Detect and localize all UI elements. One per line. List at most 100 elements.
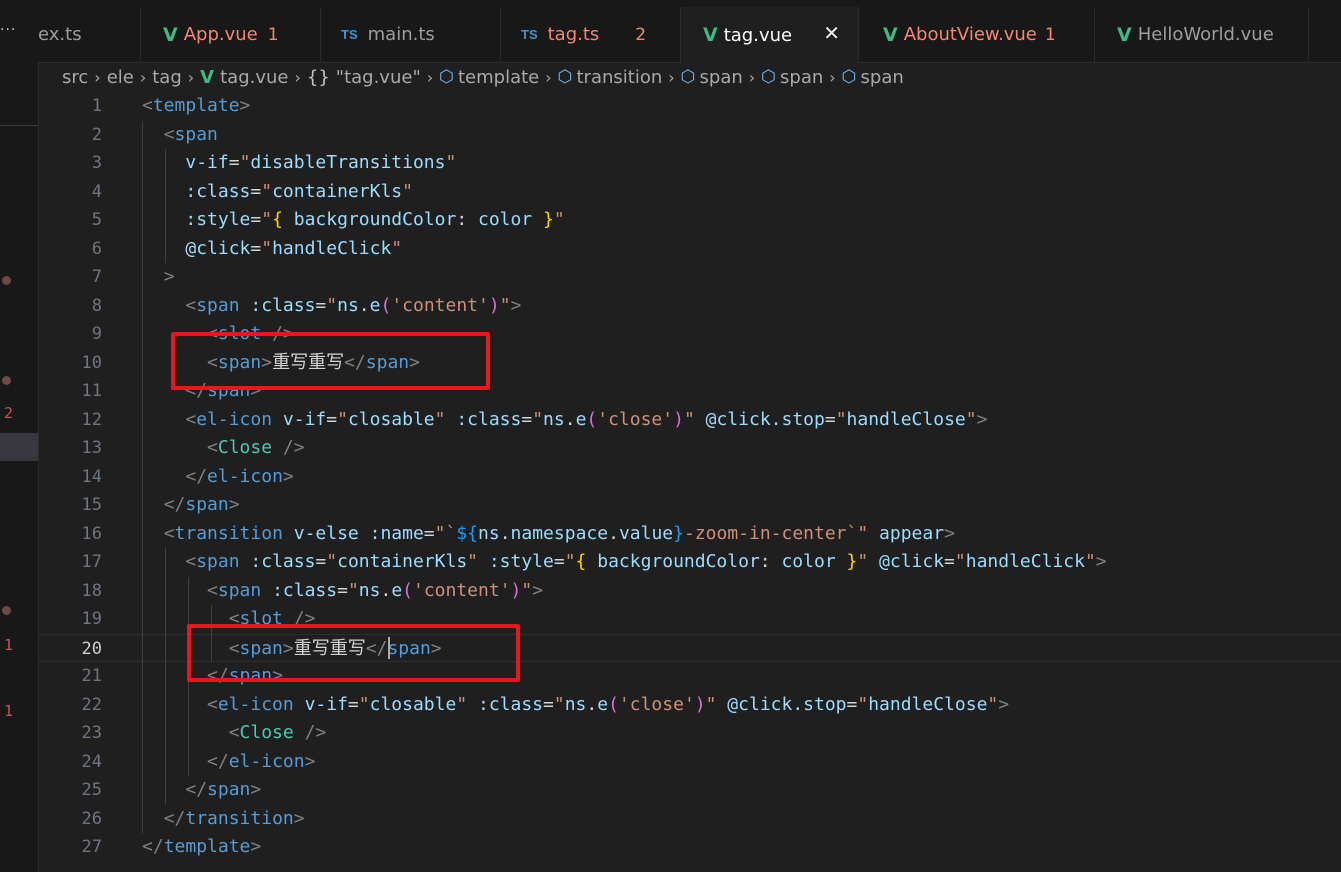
code-token: :class <box>467 693 544 715</box>
close-tab-icon[interactable]: ✕ <box>823 21 840 45</box>
explorer-selected-item[interactable] <box>0 433 38 461</box>
code-token: namespace <box>510 522 609 544</box>
breadcrumb-item-template[interactable]: ⬡ template <box>439 67 539 88</box>
tab-label: AboutView.vue <box>903 24 1037 45</box>
code-text: <span :class="ns.e('content')"> <box>142 292 521 321</box>
line-number: 11 <box>81 381 102 401</box>
code-token: " <box>326 551 338 572</box>
code-token: " <box>391 237 403 259</box>
breadcrumb: src › ele › tag › Vtag.vue › {} "tag.vue"… <box>62 63 904 91</box>
code-line[interactable]: 16 <transition v-else :name="`${ns.names… <box>38 520 1341 549</box>
line-number: 24 <box>81 751 102 772</box>
more-actions-icon[interactable]: ··· <box>0 22 16 38</box>
code-line[interactable]: 23 <Close /> <box>38 719 1341 748</box>
code-text: :class="containerKls" <box>142 178 413 207</box>
breadcrumb-item-span[interactable]: ⬡ span <box>761 67 823 88</box>
error-count-badge: 2 <box>635 24 647 45</box>
tab-tag-ts[interactable]: TS tag.ts 2 <box>501 7 681 62</box>
code-line[interactable]: 25 </span> <box>38 776 1341 805</box>
code-line[interactable]: 12 <el-icon v-if="closable" :class="ns.e… <box>38 406 1341 435</box>
code-token: = <box>521 408 533 430</box>
code-token: </ <box>185 779 208 800</box>
line-number: 15 <box>81 495 102 515</box>
code-line[interactable]: 13 <Close /> <box>38 434 1341 463</box>
code-token: 'close' <box>597 408 674 430</box>
code-token: . <box>358 294 370 316</box>
code-line[interactable]: 8 <span :class="ns.e('content')"> <box>38 292 1341 321</box>
code-token: " <box>261 209 273 230</box>
code-token: Close <box>239 722 294 743</box>
code-line[interactable]: 17 <span :class="containerKls" :style="{… <box>38 548 1341 577</box>
breadcrumb-item-span[interactable]: ⬡ span <box>842 67 904 88</box>
code-token: . <box>380 579 392 601</box>
code-line[interactable]: 1 <template> <box>38 92 1341 121</box>
line-number: 10 <box>81 352 102 373</box>
code-line[interactable]: 27 </template> <box>38 833 1341 862</box>
code-line[interactable]: 6 @click="handleClick" <box>38 235 1341 264</box>
code-token: :style <box>185 209 251 230</box>
code-token: ( <box>586 408 598 430</box>
code-text: </span> <box>142 491 240 520</box>
code-line[interactable]: 22 <el-icon v-if="closable" :class="ns.e… <box>38 691 1341 720</box>
breadcrumb-item-tag[interactable]: tag <box>152 67 182 88</box>
code-line[interactable]: 5 :style="{ backgroundColor: color }" <box>38 206 1341 235</box>
tab-helloworld-vue[interactable]: V HelloWorld.vue <box>1095 7 1309 62</box>
code-token: { <box>575 551 587 572</box>
vue-file-icon: V <box>200 66 215 88</box>
code-token: ( <box>380 294 392 316</box>
code-token: " <box>261 237 273 259</box>
line-number: 16 <box>81 523 102 544</box>
breadcrumb-item-transition[interactable]: ⬡ transition <box>558 67 663 88</box>
tab-app-vue[interactable]: V App.vue 1 <box>141 7 321 62</box>
breadcrumb-item-ele[interactable]: ele <box>107 67 134 88</box>
tab-index-ts[interactable]: ex.ts <box>38 7 141 62</box>
editor-tab-bar: ex.ts V App.vue 1 TS main.ts TS tag.ts 2… <box>38 0 1341 63</box>
tab-aboutview-vue[interactable]: V AboutView.vue 1 <box>859 7 1095 62</box>
code-token: color <box>781 551 836 572</box>
code-text: <Close /> <box>142 434 305 463</box>
code-token: " <box>521 579 533 601</box>
chevron-right-icon: › <box>294 67 301 87</box>
code-text: :style="{ backgroundColor: color }" <box>142 206 564 235</box>
breadcrumb-item-file[interactable]: Vtag.vue <box>200 67 288 88</box>
code-token: } <box>673 522 684 544</box>
line-number: 17 <box>81 552 102 572</box>
code-token: @click <box>185 237 251 259</box>
code-token: > <box>304 750 316 772</box>
code-line[interactable]: 18 <span :class="ns.e('content')"> <box>38 577 1341 606</box>
tab-main-ts[interactable]: TS main.ts <box>321 7 501 62</box>
code-token: span <box>174 123 218 145</box>
tab-label: tag.vue <box>723 24 793 46</box>
code-editor[interactable]: 1 <template> 2 <span 3 v-if="disableTransit… <box>38 92 1341 872</box>
element-cube-icon: ⬡ <box>680 67 696 87</box>
vue-file-icon: V <box>163 23 178 46</box>
breadcrumb-item-module[interactable]: {} "tag.vue" <box>307 67 421 88</box>
breadcrumb-item-span[interactable]: ⬡ span <box>681 67 743 88</box>
code-line[interactable]: 2 <span <box>38 121 1341 150</box>
code-token: < <box>207 693 218 715</box>
code-line[interactable]: 24 </el-icon> <box>38 748 1341 777</box>
code-line[interactable]: 3 v-if="disableTransitions" <box>38 149 1341 178</box>
line-number: 9 <box>91 324 102 344</box>
code-token: 'content' <box>391 294 489 316</box>
code-token: . <box>499 522 511 544</box>
code-token: . <box>564 408 576 430</box>
breadcrumb-item-src[interactable]: src <box>62 67 88 88</box>
code-token: :style <box>478 551 554 572</box>
code-token: @click <box>868 551 945 572</box>
chevron-right-icon: › <box>94 67 101 87</box>
code-line[interactable]: 26 </transition> <box>38 805 1341 834</box>
code-line[interactable]: 15 </span> <box>38 491 1341 520</box>
code-line[interactable]: 4 :class="containerKls" <box>38 178 1341 207</box>
chevron-right-icon: › <box>748 67 756 87</box>
code-line[interactable]: 14 </el-icon> <box>38 463 1341 492</box>
code-token: Close <box>217 437 273 458</box>
tab-label: HelloWorld.vue <box>1137 24 1274 45</box>
code-token: span <box>196 294 240 316</box>
tab-tag-vue[interactable]: V tag.vue ✕ <box>681 7 859 63</box>
code-line[interactable]: 7 > <box>38 263 1341 292</box>
